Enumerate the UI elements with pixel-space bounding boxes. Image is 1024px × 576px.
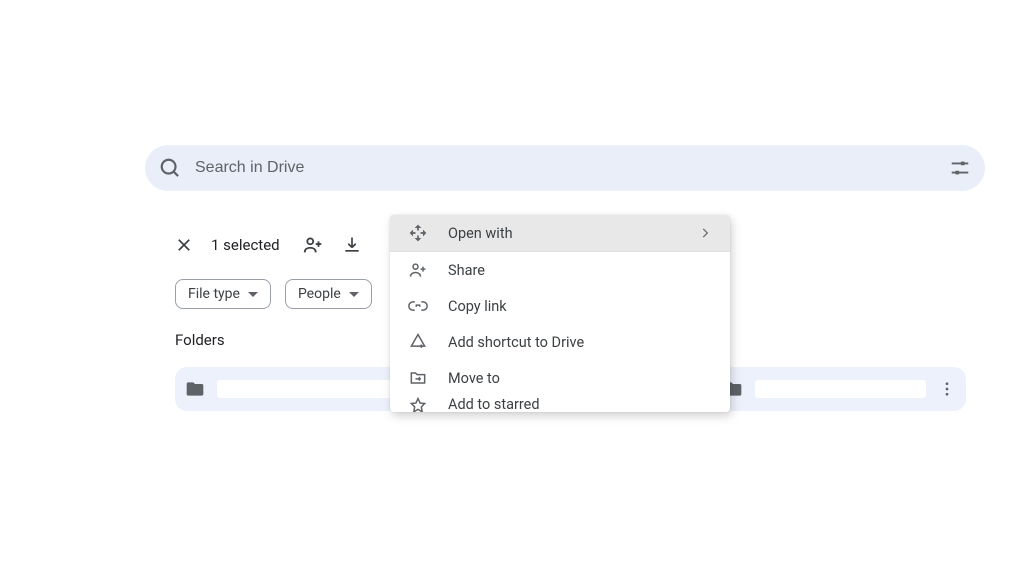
chip-label: People — [298, 286, 341, 302]
menu-label: Share — [448, 262, 485, 279]
open-with-icon — [408, 223, 430, 243]
folder-label — [755, 380, 926, 398]
file-type-chip[interactable]: File type — [175, 279, 271, 309]
search-input[interactable] — [195, 159, 949, 177]
chip-label: File type — [188, 286, 240, 302]
menu-label: Open with — [448, 225, 513, 242]
menu-share[interactable]: Share — [390, 252, 730, 288]
move-to-icon — [408, 368, 430, 388]
caret-down-icon — [349, 292, 359, 297]
menu-move-to[interactable]: Move to — [390, 360, 730, 396]
menu-add-shortcut[interactable]: Add shortcut to Drive — [390, 324, 730, 360]
folder-icon — [185, 379, 205, 399]
share-person-icon[interactable] — [302, 234, 324, 256]
download-icon[interactable] — [342, 235, 362, 255]
search-bar[interactable] — [145, 145, 985, 191]
menu-label: Add shortcut to Drive — [448, 334, 584, 351]
search-icon — [159, 157, 181, 179]
menu-add-to-starred[interactable]: Add to starred — [390, 396, 730, 412]
menu-open-with[interactable]: Open with — [390, 215, 730, 251]
star-icon — [408, 396, 430, 412]
close-selection-icon[interactable] — [175, 236, 193, 254]
share-icon — [408, 260, 430, 280]
drive-shortcut-icon — [408, 332, 430, 352]
folder-label — [217, 380, 418, 398]
chevron-right-icon — [698, 226, 712, 240]
menu-copy-link[interactable]: Copy link — [390, 288, 730, 324]
folder-card[interactable] — [713, 367, 966, 411]
menu-label: Add to starred — [448, 396, 540, 412]
link-icon — [408, 296, 430, 316]
context-menu: Open with Share Copy link Add shortcut t… — [390, 215, 730, 412]
selection-count: 1 selected — [211, 236, 280, 254]
menu-label: Copy link — [448, 298, 507, 315]
advanced-search-icon[interactable] — [949, 157, 971, 179]
caret-down-icon — [248, 292, 258, 297]
more-vert-icon[interactable] — [938, 380, 956, 398]
people-chip[interactable]: People — [285, 279, 372, 309]
menu-label: Move to — [448, 370, 500, 387]
